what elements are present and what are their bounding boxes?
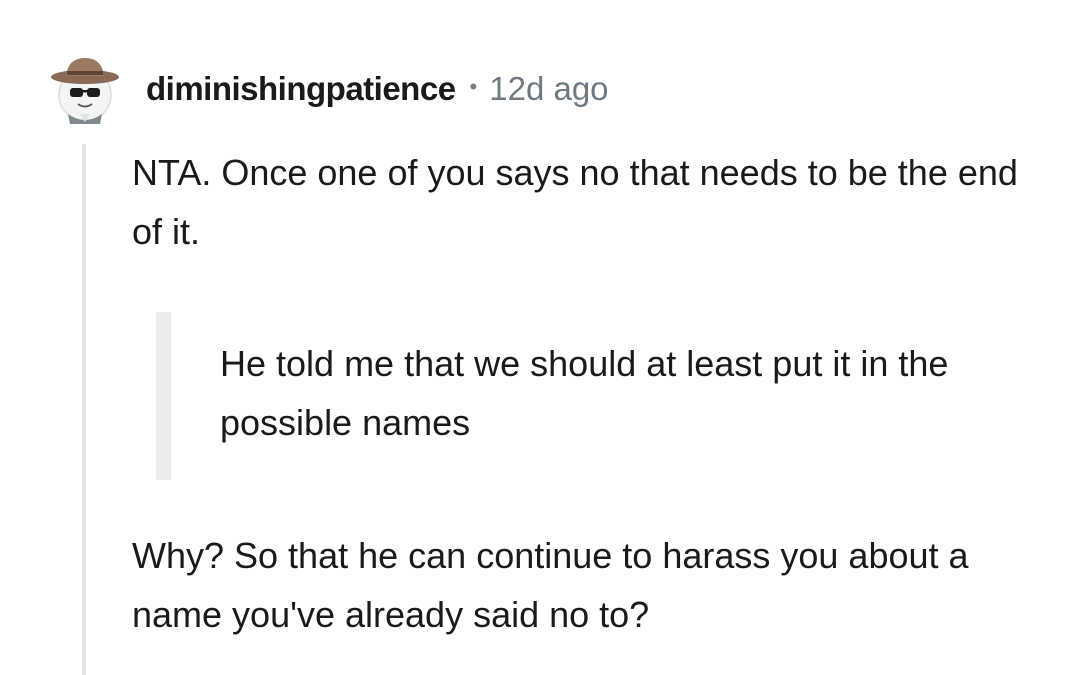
comment-paragraph: Why? So that he can continue to harass y…	[132, 535, 969, 635]
comment-header: diminishingpatience • 12d ago	[146, 66, 609, 112]
snoo-avatar-icon	[51, 58, 119, 124]
comment-card: diminishingpatience • 12d ago NTA. Once …	[0, 0, 1080, 675]
thread-line[interactable]	[82, 144, 86, 675]
separator-dot: •	[469, 74, 478, 99]
timestamp[interactable]: 12d ago	[489, 70, 608, 108]
blockquote-text: He told me that we should at least put i…	[220, 343, 949, 443]
blockquote-bar	[156, 312, 171, 480]
avatar[interactable]	[50, 52, 120, 124]
comment-paragraph: NTA. Once one of you says no that needs …	[132, 152, 1018, 252]
username-link[interactable]: diminishingpatience	[146, 70, 456, 108]
